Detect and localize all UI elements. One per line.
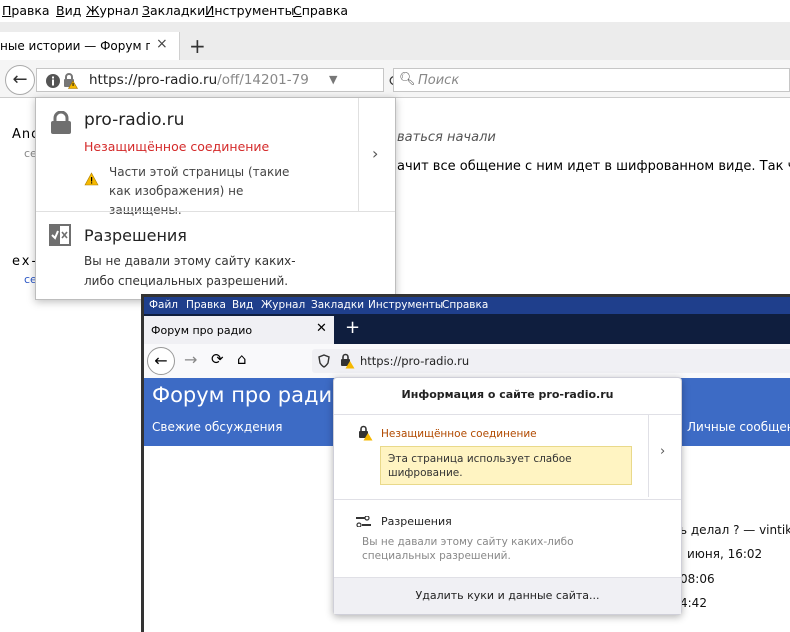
menu-help[interactable]: Справка [293, 3, 348, 18]
permissions-title: Разрешения [84, 226, 187, 245]
site-host: pro-radio.ru [84, 110, 185, 130]
chevron-right-icon[interactable]: › [372, 144, 378, 163]
tab-title: ные истории — Форум п... [0, 39, 150, 53]
inner-back-icon: ← [147, 347, 175, 375]
permissions-icon [49, 224, 71, 246]
inner-panel-lock-icon [359, 425, 373, 441]
divider [36, 211, 395, 212]
divider [648, 415, 649, 497]
menu-bookmarks[interactable]: Закладки [142, 3, 205, 18]
inner-fresh-link: Свежие обсуждения [152, 420, 283, 434]
menu-view[interactable]: Вид [56, 3, 81, 18]
tab-strip: ные истории — Форум п... × + [0, 22, 790, 60]
inner-url-bar: https://pro-radio.ru [312, 349, 790, 373]
inner-reload-icon: ⟳ [211, 350, 224, 368]
site-identity-panel: pro-radio.ru Незащищённое соединение Час… [35, 97, 396, 300]
search-bar[interactable]: 🔍︎ Поиск [393, 68, 790, 92]
inner-permissions-text: Вы не давали этому сайту каких-либо спец… [362, 536, 574, 562]
insecure-lock-icon[interactable] [62, 72, 78, 89]
search-placeholder: Поиск [418, 73, 460, 88]
inner-post-line: июня, 16:02 [687, 547, 763, 561]
inner-post-line: ь делал ? — vintik, [680, 523, 790, 537]
inner-post-line: 4:42 [680, 596, 707, 610]
inner-insecure-label: Незащищённое соединение [381, 428, 537, 440]
inner-insecure-lock-icon [341, 353, 355, 369]
inner-permissions-icon [356, 516, 371, 527]
inner-menu-history: Журнал [261, 299, 306, 311]
inner-site-info-panel: Информация о сайте pro-radio.ru Незащищё… [333, 377, 682, 615]
inner-new-tab-icon: + [345, 317, 361, 338]
back-button[interactable]: ← [5, 65, 35, 95]
inner-messages-link: Личные сообщени [687, 420, 790, 434]
inner-menu-tools: Инструменты [368, 299, 444, 311]
inner-weak-encryption-note: Эта страница использует слабое шифровани… [380, 446, 632, 485]
inner-forward-icon: → [184, 350, 198, 369]
inner-nav-bar: ← → ⟳ ⌂ https://pro-radio.ru [144, 344, 790, 378]
info-icon[interactable] [45, 73, 61, 89]
inner-menu-bookmarks: Закладки [311, 299, 365, 311]
divider [358, 98, 359, 211]
url-text[interactable]: https://pro-radio.ru/off/14201-79 [89, 72, 309, 88]
inner-menu-bar: Файл Правка Вид Журнал Закладки Инструме… [144, 297, 790, 314]
inner-clear-cookies-button: Удалить куки и данные сайта... [334, 577, 681, 614]
inner-shield-icon [318, 354, 330, 368]
inner-url-text: https://pro-radio.ru [360, 354, 470, 368]
post-text: ачит все общение с ним идет в шифрованно… [397, 159, 790, 174]
dropdown-arrow-icon[interactable]: ▼ [329, 73, 337, 86]
search-icon: 🔍︎ [399, 72, 416, 87]
inner-close-icon: ✕ [316, 321, 327, 336]
embedded-screenshot: Файл Правка Вид Журнал Закладки Инструме… [141, 294, 790, 632]
lock-icon [51, 111, 71, 134]
inner-tab: Форум про радио ✕ [144, 316, 334, 344]
navigation-bar: ← https://pro-radio.ru/off/14201-79 ▼ ⟳ … [0, 60, 790, 98]
inner-tab-strip: Форум про радио ✕ + [144, 314, 790, 344]
close-tab-icon[interactable]: × [156, 36, 168, 52]
menu-bar: Правка Вид Журнал Закладки Инструменты С… [0, 0, 790, 22]
menu-tools[interactable]: Инструменты [205, 3, 294, 18]
inner-menu-edit: Правка [186, 299, 226, 311]
menu-edit[interactable]: Правка [2, 3, 50, 18]
inner-panel-header: Информация о сайте pro-radio.ru [401, 388, 614, 401]
inner-menu-file: Файл [149, 299, 179, 311]
new-tab-button[interactable]: + [189, 34, 206, 58]
inner-menu-view: Вид [232, 299, 254, 311]
warning-icon [84, 172, 99, 186]
divider [334, 499, 681, 500]
menu-history[interactable]: Журнал [86, 3, 139, 18]
inner-home-icon: ⌂ [237, 350, 247, 368]
inner-post-line: 08:06 [680, 572, 715, 586]
inner-menu-help: Справка [442, 299, 489, 311]
quote-text: ваться начали [397, 130, 496, 145]
inner-forum-title: Форум про радио [152, 383, 345, 407]
divider [334, 414, 681, 415]
inner-chevron-right-icon: › [660, 444, 666, 459]
inner-tab-title: Форум про радио [151, 324, 253, 337]
insecure-connection-label: Незащищённое соединение [84, 139, 270, 154]
inner-permissions-title: Разрешения [381, 515, 452, 528]
permissions-text: Вы не давали этому сайту каких-либо спец… [84, 254, 296, 288]
tab-forum[interactable]: ные истории — Форум п... × [0, 32, 180, 60]
url-bar[interactable]: https://pro-radio.ru/off/14201-79 ▼ ⟳ [36, 68, 402, 92]
